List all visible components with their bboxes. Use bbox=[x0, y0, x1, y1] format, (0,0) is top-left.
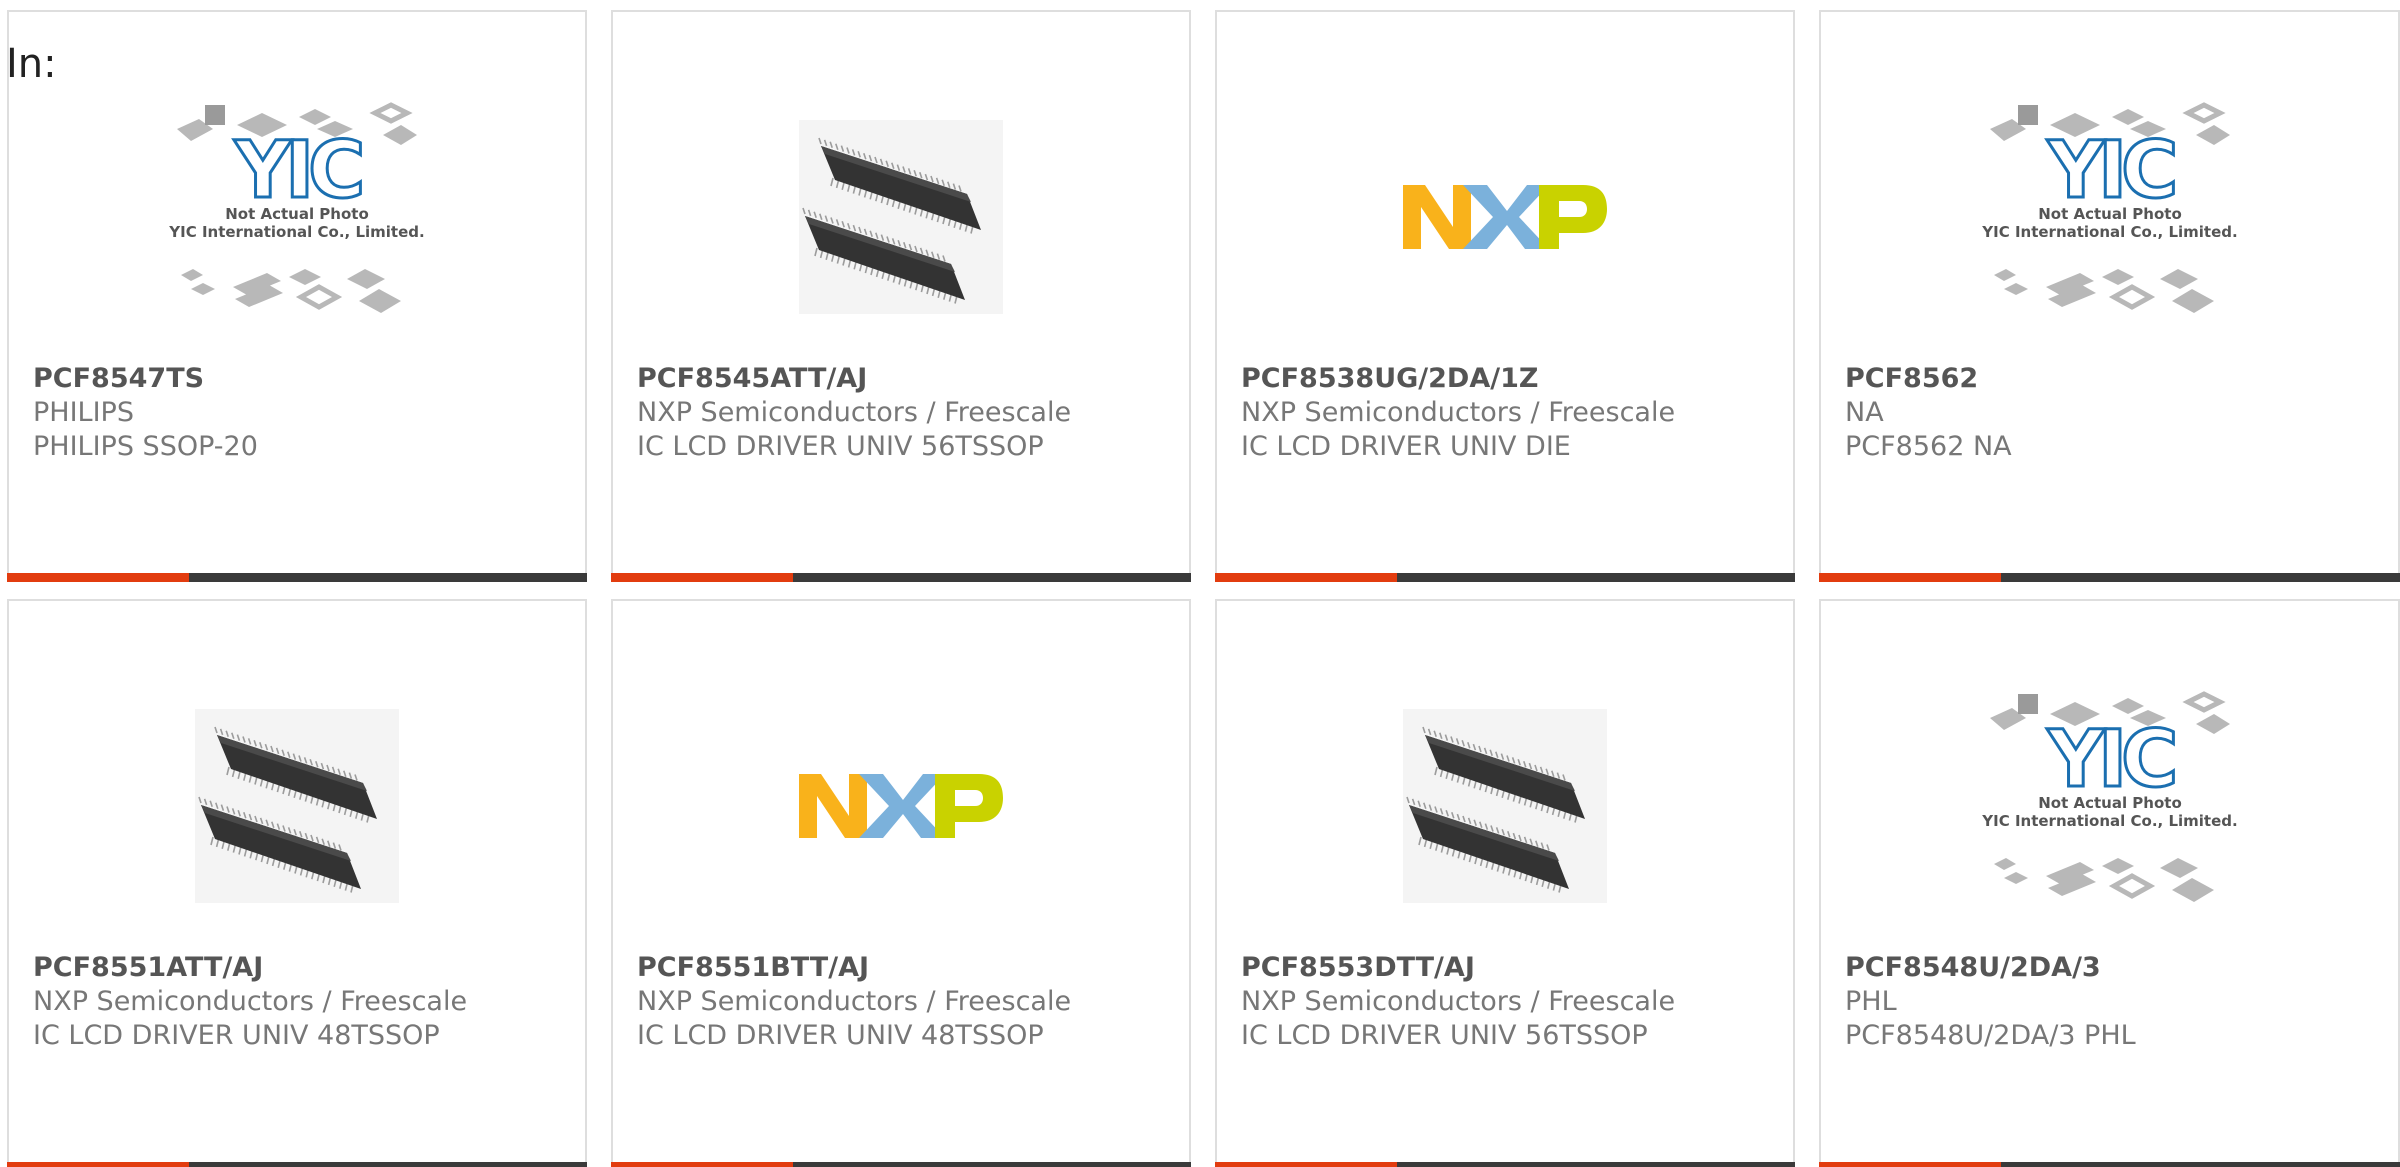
description: IC LCD DRIVER UNIV DIE bbox=[1241, 431, 1571, 462]
placeholder-caption-1: Not Actual Photo bbox=[2038, 794, 2182, 812]
card-bar bbox=[1215, 573, 1795, 582]
card-bar-accent bbox=[611, 573, 793, 582]
card-bar bbox=[611, 573, 1191, 582]
nxp-logo bbox=[1403, 185, 1607, 249]
description: PCF8548U/2DA/3 PHL bbox=[1845, 1020, 2136, 1051]
placeholder-caption-1: Not Actual Photo bbox=[2038, 205, 2182, 223]
in-label: In: bbox=[6, 41, 57, 87]
product-card[interactable]: PCF8545ATT/AJ NXP Semiconductors / Frees… bbox=[611, 10, 1191, 582]
product-card[interactable]: YIC Not Actual Photo YIC International Co.… bbox=[1819, 599, 2400, 1167]
product-image-placeholder: YICNot Actual PhotoYIC International Co.… bbox=[168, 102, 425, 313]
product-card[interactable]: YIC Not Actual Photo YIC International Co.… bbox=[7, 10, 587, 582]
manufacturer: PHL bbox=[1845, 986, 1897, 1017]
product-image-placeholder: YICNot Actual PhotoYIC International Co.… bbox=[1981, 102, 2237, 313]
card-bar bbox=[1819, 1162, 2400, 1167]
product-image[interactable] bbox=[613, 82, 1189, 352]
product-image[interactable] bbox=[9, 671, 585, 941]
product-image-tssop-chip bbox=[1403, 709, 1607, 903]
product-image-nxp-logo bbox=[1403, 185, 1607, 249]
product-card[interactable]: YIC Not Actual Photo YIC International Co.… bbox=[1819, 10, 2400, 582]
manufacturer: NA bbox=[1845, 397, 1884, 428]
manufacturer: NXP Semiconductors / Freescale bbox=[1241, 986, 1676, 1017]
manufacturer: NXP Semiconductors / Freescale bbox=[637, 397, 1072, 428]
card-bar bbox=[1819, 573, 2400, 582]
placeholder-caption-2: YIC International Co., Limited. bbox=[1981, 223, 2237, 241]
part-number[interactable]: PCF8551ATT/AJ bbox=[33, 951, 565, 985]
part-number[interactable]: PCF8547TS bbox=[33, 362, 565, 396]
description: PHILIPS SSOP-20 bbox=[33, 431, 258, 462]
product-card[interactable]: PCF8553DTT/AJ NXP Semiconductors / Frees… bbox=[1215, 599, 1795, 1167]
yic-logo: YIC bbox=[234, 126, 362, 216]
part-number[interactable]: PCF8538UG/2DA/1Z bbox=[1241, 362, 1773, 396]
placeholder-caption-2: YIC International Co., Limited. bbox=[1981, 812, 2237, 830]
card-bar bbox=[7, 1162, 587, 1167]
product-image[interactable] bbox=[613, 671, 1189, 941]
yic-logo: YIC bbox=[2046, 715, 2174, 805]
nxp-logo bbox=[799, 774, 1003, 838]
product-image[interactable] bbox=[1217, 82, 1793, 352]
card-bar bbox=[1215, 1162, 1795, 1167]
product-image[interactable]: YIC Not Actual Photo YIC International Co.… bbox=[1821, 82, 2398, 352]
product-image[interactable]: YIC Not Actual Photo YIC International Co.… bbox=[1821, 671, 2398, 941]
product-image[interactable] bbox=[1217, 671, 1793, 941]
placeholder-caption-1: Not Actual Photo bbox=[225, 205, 369, 223]
product-image-tssop-chip bbox=[195, 709, 399, 903]
manufacturer: PHILIPS bbox=[33, 397, 134, 428]
description: PCF8562 NA bbox=[1845, 431, 2012, 462]
part-number[interactable]: PCF8548U/2DA/3 bbox=[1845, 951, 2378, 985]
product-image-placeholder: YICNot Actual PhotoYIC International Co.… bbox=[1981, 691, 2237, 902]
product-image-nxp-logo bbox=[799, 774, 1003, 838]
part-number[interactable]: PCF8551BTT/AJ bbox=[637, 951, 1169, 985]
card-bar bbox=[7, 573, 587, 582]
product-image-tssop-chip bbox=[799, 120, 1003, 314]
description: IC LCD DRIVER UNIV 56TSSOP bbox=[637, 431, 1044, 462]
card-bar-accent bbox=[1215, 1162, 1397, 1167]
manufacturer: NXP Semiconductors / Freescale bbox=[1241, 397, 1676, 428]
part-number[interactable]: PCF8562 bbox=[1845, 362, 2378, 396]
card-bar bbox=[611, 1162, 1191, 1167]
placeholder-caption-2: YIC International Co., Limited. bbox=[168, 223, 424, 241]
card-bar-accent bbox=[7, 573, 189, 582]
product-card[interactable]: PCF8551ATT/AJ NXP Semiconductors / Frees… bbox=[7, 599, 587, 1167]
chip-cluster-graphic: YICNot Actual PhotoYIC International Co.… bbox=[1981, 691, 2237, 902]
yic-logo: YIC bbox=[2046, 126, 2174, 216]
product-card[interactable]: PCF8538UG/2DA/1Z NXP Semiconductors / Fr… bbox=[1215, 10, 1795, 582]
description: IC LCD DRIVER UNIV 48TSSOP bbox=[637, 1020, 1044, 1051]
card-bar-accent bbox=[7, 1162, 189, 1167]
part-number[interactable]: PCF8545ATT/AJ bbox=[637, 362, 1169, 396]
manufacturer: NXP Semiconductors / Freescale bbox=[637, 986, 1072, 1017]
card-bar-accent bbox=[611, 1162, 793, 1167]
part-number[interactable]: PCF8553DTT/AJ bbox=[1241, 951, 1773, 985]
manufacturer: NXP Semiconductors / Freescale bbox=[33, 986, 468, 1017]
chip-cluster-graphic: YICNot Actual PhotoYIC International Co.… bbox=[168, 102, 425, 313]
description: IC LCD DRIVER UNIV 56TSSOP bbox=[1241, 1020, 1648, 1051]
card-bar-accent bbox=[1819, 573, 2001, 582]
card-bar-accent bbox=[1819, 1162, 2001, 1167]
product-card[interactable]: PCF8551BTT/AJ NXP Semiconductors / Frees… bbox=[611, 599, 1191, 1167]
chip-cluster-graphic: YICNot Actual PhotoYIC International Co.… bbox=[1981, 102, 2237, 313]
card-bar-accent bbox=[1215, 573, 1397, 582]
product-image[interactable]: YIC Not Actual Photo YIC International Co.… bbox=[9, 82, 585, 352]
description: IC LCD DRIVER UNIV 48TSSOP bbox=[33, 1020, 440, 1051]
